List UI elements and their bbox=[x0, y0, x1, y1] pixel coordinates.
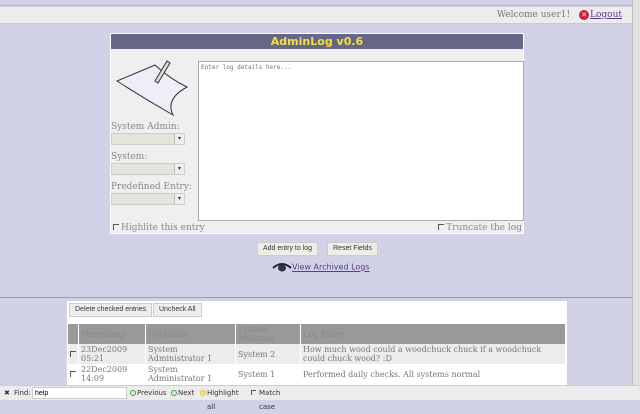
column-header: System Affecting bbox=[236, 324, 300, 344]
entry-cell: Performed daily checks. All systems norm… bbox=[303, 369, 481, 379]
next-icon bbox=[171, 390, 177, 396]
match-case-checkbox[interactable]: Match case bbox=[251, 386, 280, 411]
timestamp-cell: 22Dec2009 14:09 bbox=[81, 365, 128, 383]
find-input[interactable] bbox=[32, 387, 127, 399]
system-label: System: bbox=[111, 152, 148, 162]
timestamp-cell: 23Dec2009 05:21 bbox=[79, 344, 145, 364]
eye-icon bbox=[272, 263, 292, 272]
entry-cell: How much wood could a woodchuck chuck if… bbox=[301, 344, 565, 364]
welcome-text: Welcome user1! bbox=[496, 10, 571, 20]
row-checkbox[interactable] bbox=[68, 364, 78, 384]
reset-fields-button[interactable]: Reset Fields bbox=[327, 242, 378, 256]
chevron-down-icon: ▾ bbox=[174, 134, 184, 144]
system-admin-select[interactable]: ▾ bbox=[111, 133, 185, 145]
find-previous-button[interactable]: Previous bbox=[130, 386, 167, 400]
sysadmin-cell: System Administrator 1 bbox=[146, 344, 235, 364]
sysadmin-cell: System Administrator 1 bbox=[148, 365, 213, 383]
row-checkbox[interactable] bbox=[68, 344, 78, 364]
highlight-icon bbox=[200, 390, 206, 396]
chevron-down-icon: ▾ bbox=[174, 164, 184, 174]
log-details-input[interactable] bbox=[198, 61, 524, 221]
system-cell: System 2 bbox=[236, 344, 300, 364]
view-archived-logs[interactable]: View Archived Logs bbox=[272, 262, 370, 272]
delete-checked-button[interactable]: Delete checked entries bbox=[69, 303, 153, 317]
divider bbox=[0, 297, 632, 298]
select-column bbox=[68, 324, 78, 344]
top-border bbox=[0, 0, 632, 6]
highlight-checkbox[interactable]: Highlite this entry bbox=[113, 223, 205, 233]
highlight-all-button[interactable]: Highlight all bbox=[200, 386, 239, 411]
system-select[interactable]: ▾ bbox=[111, 163, 185, 175]
previous-label: Previous bbox=[137, 389, 167, 397]
header-bar: Welcome user1! ✕ Logout bbox=[0, 7, 632, 24]
column-header: Log Entry bbox=[301, 324, 565, 344]
table-row: 23Dec2009 05:21 System Administrator 1 S… bbox=[68, 344, 565, 364]
table-row: 22Dec2009 14:09 System Administrator 1 S… bbox=[68, 364, 565, 384]
truncate-label: Truncate the log bbox=[446, 223, 522, 233]
app-title: AdminLog v0.6 bbox=[111, 34, 523, 49]
predefined-entry-select[interactable]: ▾ bbox=[111, 193, 185, 205]
log-entry-form: AdminLog v0.6 System Admin: ▾ System: ▾ … bbox=[110, 33, 524, 234]
vertical-scrollbar[interactable] bbox=[632, 0, 640, 385]
find-next-button[interactable]: Next bbox=[171, 386, 194, 400]
previous-icon bbox=[130, 390, 136, 396]
uncheck-all-button[interactable]: Uncheck All bbox=[153, 303, 202, 317]
add-entry-button[interactable]: Add entry to log bbox=[257, 242, 319, 256]
table-header: Timestamp SysAdmin System Affecting Log … bbox=[68, 324, 565, 344]
next-label: Next bbox=[178, 389, 195, 397]
logout-icon[interactable]: ✕ bbox=[579, 9, 589, 20]
highlight-label: Highlite this entry bbox=[121, 223, 205, 233]
log-table: Timestamp SysAdmin System Affecting Log … bbox=[67, 324, 566, 384]
column-header: Timestamp bbox=[79, 324, 145, 344]
log-table-panel: Delete checked entries Uncheck All Times… bbox=[67, 301, 567, 385]
find-bar: ✖ Find: Previous Next Highlight all Matc… bbox=[0, 385, 640, 411]
truncate-checkbox[interactable]: Truncate the log bbox=[438, 223, 522, 233]
chevron-down-icon: ▾ bbox=[174, 194, 184, 204]
system-admin-label: System Admin: bbox=[111, 122, 180, 132]
predefined-entry-label: Predefined Entry: bbox=[111, 182, 192, 192]
system-cell: System 1 bbox=[238, 369, 276, 379]
highlight-all-label: Highlight all bbox=[207, 389, 239, 411]
close-find-icon[interactable]: ✖ bbox=[4, 386, 10, 400]
view-archived-logs-link[interactable]: View Archived Logs bbox=[292, 263, 370, 272]
match-case-label: Match case bbox=[259, 389, 281, 411]
paper-pen-icon bbox=[115, 60, 189, 117]
logout-link[interactable]: Logout bbox=[590, 10, 622, 20]
column-header: SysAdmin bbox=[146, 324, 235, 344]
find-label: Find: bbox=[14, 389, 31, 397]
